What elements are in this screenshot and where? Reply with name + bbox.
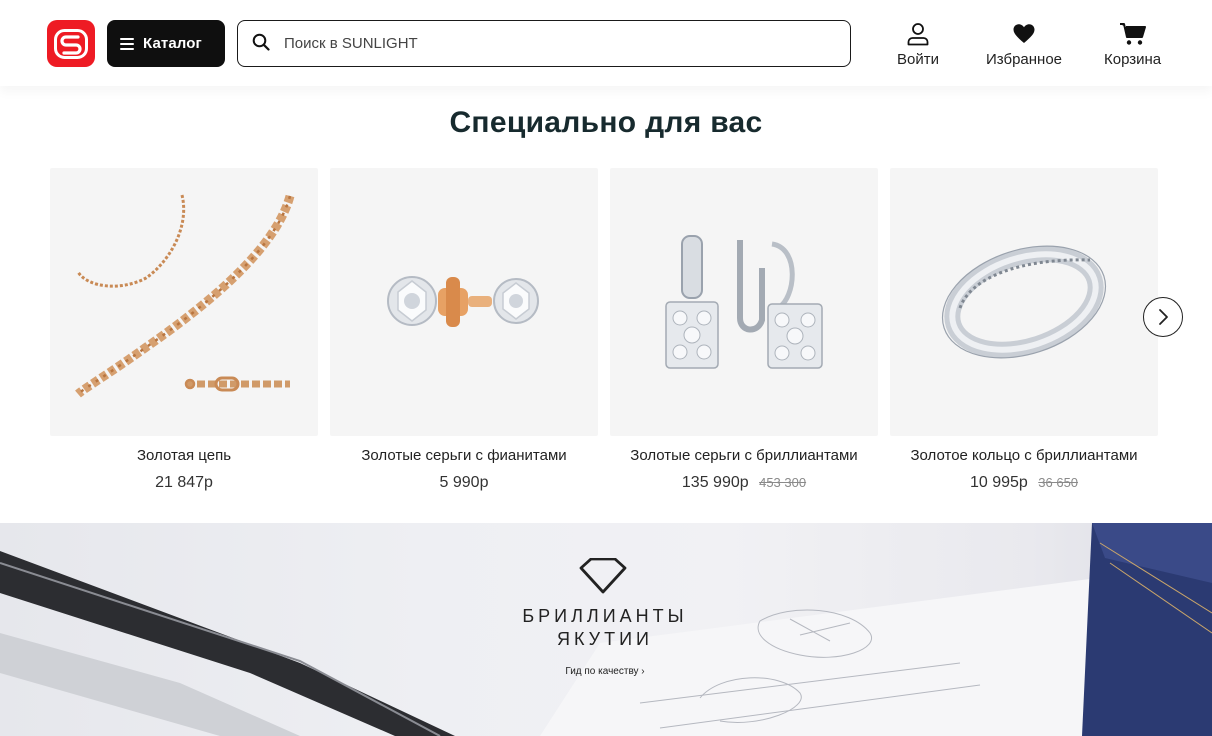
product-price: 135 990р <box>681 474 749 491</box>
product-image[interactable] <box>50 168 318 436</box>
product-name[interactable]: Золотая цепь <box>50 447 318 464</box>
chevron-right-icon <box>1159 309 1168 325</box>
catalog-button[interactable]: Каталог <box>107 20 225 67</box>
product-image[interactable] <box>890 168 1158 436</box>
product-price: 10 995р <box>969 474 1028 491</box>
catalog-label: Каталог <box>143 35 202 52</box>
product-price-row: 5 990р <box>330 474 598 492</box>
product-image[interactable] <box>610 168 878 436</box>
product-price-row: 10 995р 36 650 <box>890 474 1158 492</box>
carousel-next-button[interactable] <box>1143 297 1183 337</box>
site-header: Каталог Войти Избранное Корзина <box>0 0 1212 86</box>
favorites-button[interactable]: Избранное <box>986 22 1062 68</box>
product-price-row: 135 990р 453 300 <box>610 474 878 492</box>
product-name[interactable]: Золотое кольцо с бриллиантами <box>890 447 1158 464</box>
login-label: Войти <box>897 51 939 68</box>
search-bar <box>237 20 851 67</box>
menu-icon <box>120 37 134 50</box>
login-button[interactable]: Войти <box>897 22 939 68</box>
product-card[interactable]: Золотые серьги с фианитами 5 990р <box>330 168 598 498</box>
cart-icon <box>1119 23 1146 45</box>
diamond-icon <box>579 558 627 594</box>
product-name[interactable]: Золотые серьги с фианитами <box>330 447 598 464</box>
logo-icon[interactable] <box>47 20 95 67</box>
heart-icon <box>1013 24 1035 43</box>
product-image[interactable] <box>330 168 598 436</box>
favorites-label: Избранное <box>986 51 1063 68</box>
cart-button[interactable]: Корзина <box>1104 22 1161 68</box>
banner-title-line1: БРИЛЛИАНТЫ <box>522 606 688 626</box>
product-price: 21 847р <box>155 474 213 491</box>
promo-banner[interactable]: БРИЛЛИАНТЫ ЯКУТИИ Гид по качеству › <box>0 523 1212 736</box>
product-card[interactable]: Золотое кольцо с бриллиантами 10 995р 36… <box>890 168 1158 498</box>
product-old-price: 453 300 <box>759 475 807 490</box>
banner-guide-link[interactable]: Гид по качеству › <box>530 666 680 677</box>
product-old-price: 36 650 <box>1038 475 1079 490</box>
cart-label: Корзина <box>1104 51 1162 68</box>
product-price: 5 990р <box>439 474 489 491</box>
banner-title-line2: ЯКУТИИ <box>557 629 653 649</box>
product-card[interactable]: Золотые серьги с бриллиантами 135 990р 4… <box>610 168 878 498</box>
product-price-row: 21 847р <box>50 474 318 492</box>
product-card[interactable]: Золотая цепь 21 847р <box>50 168 318 498</box>
search-icon[interactable] <box>252 33 270 55</box>
section-title: Специально для вас <box>449 106 763 139</box>
product-name[interactable]: Золотые серьги с бриллиантами <box>610 447 878 464</box>
user-icon <box>907 23 929 46</box>
search-input[interactable] <box>284 35 824 52</box>
product-carousel: Золотая цепь 21 847р Золотые серьги с фи… <box>50 168 1210 498</box>
